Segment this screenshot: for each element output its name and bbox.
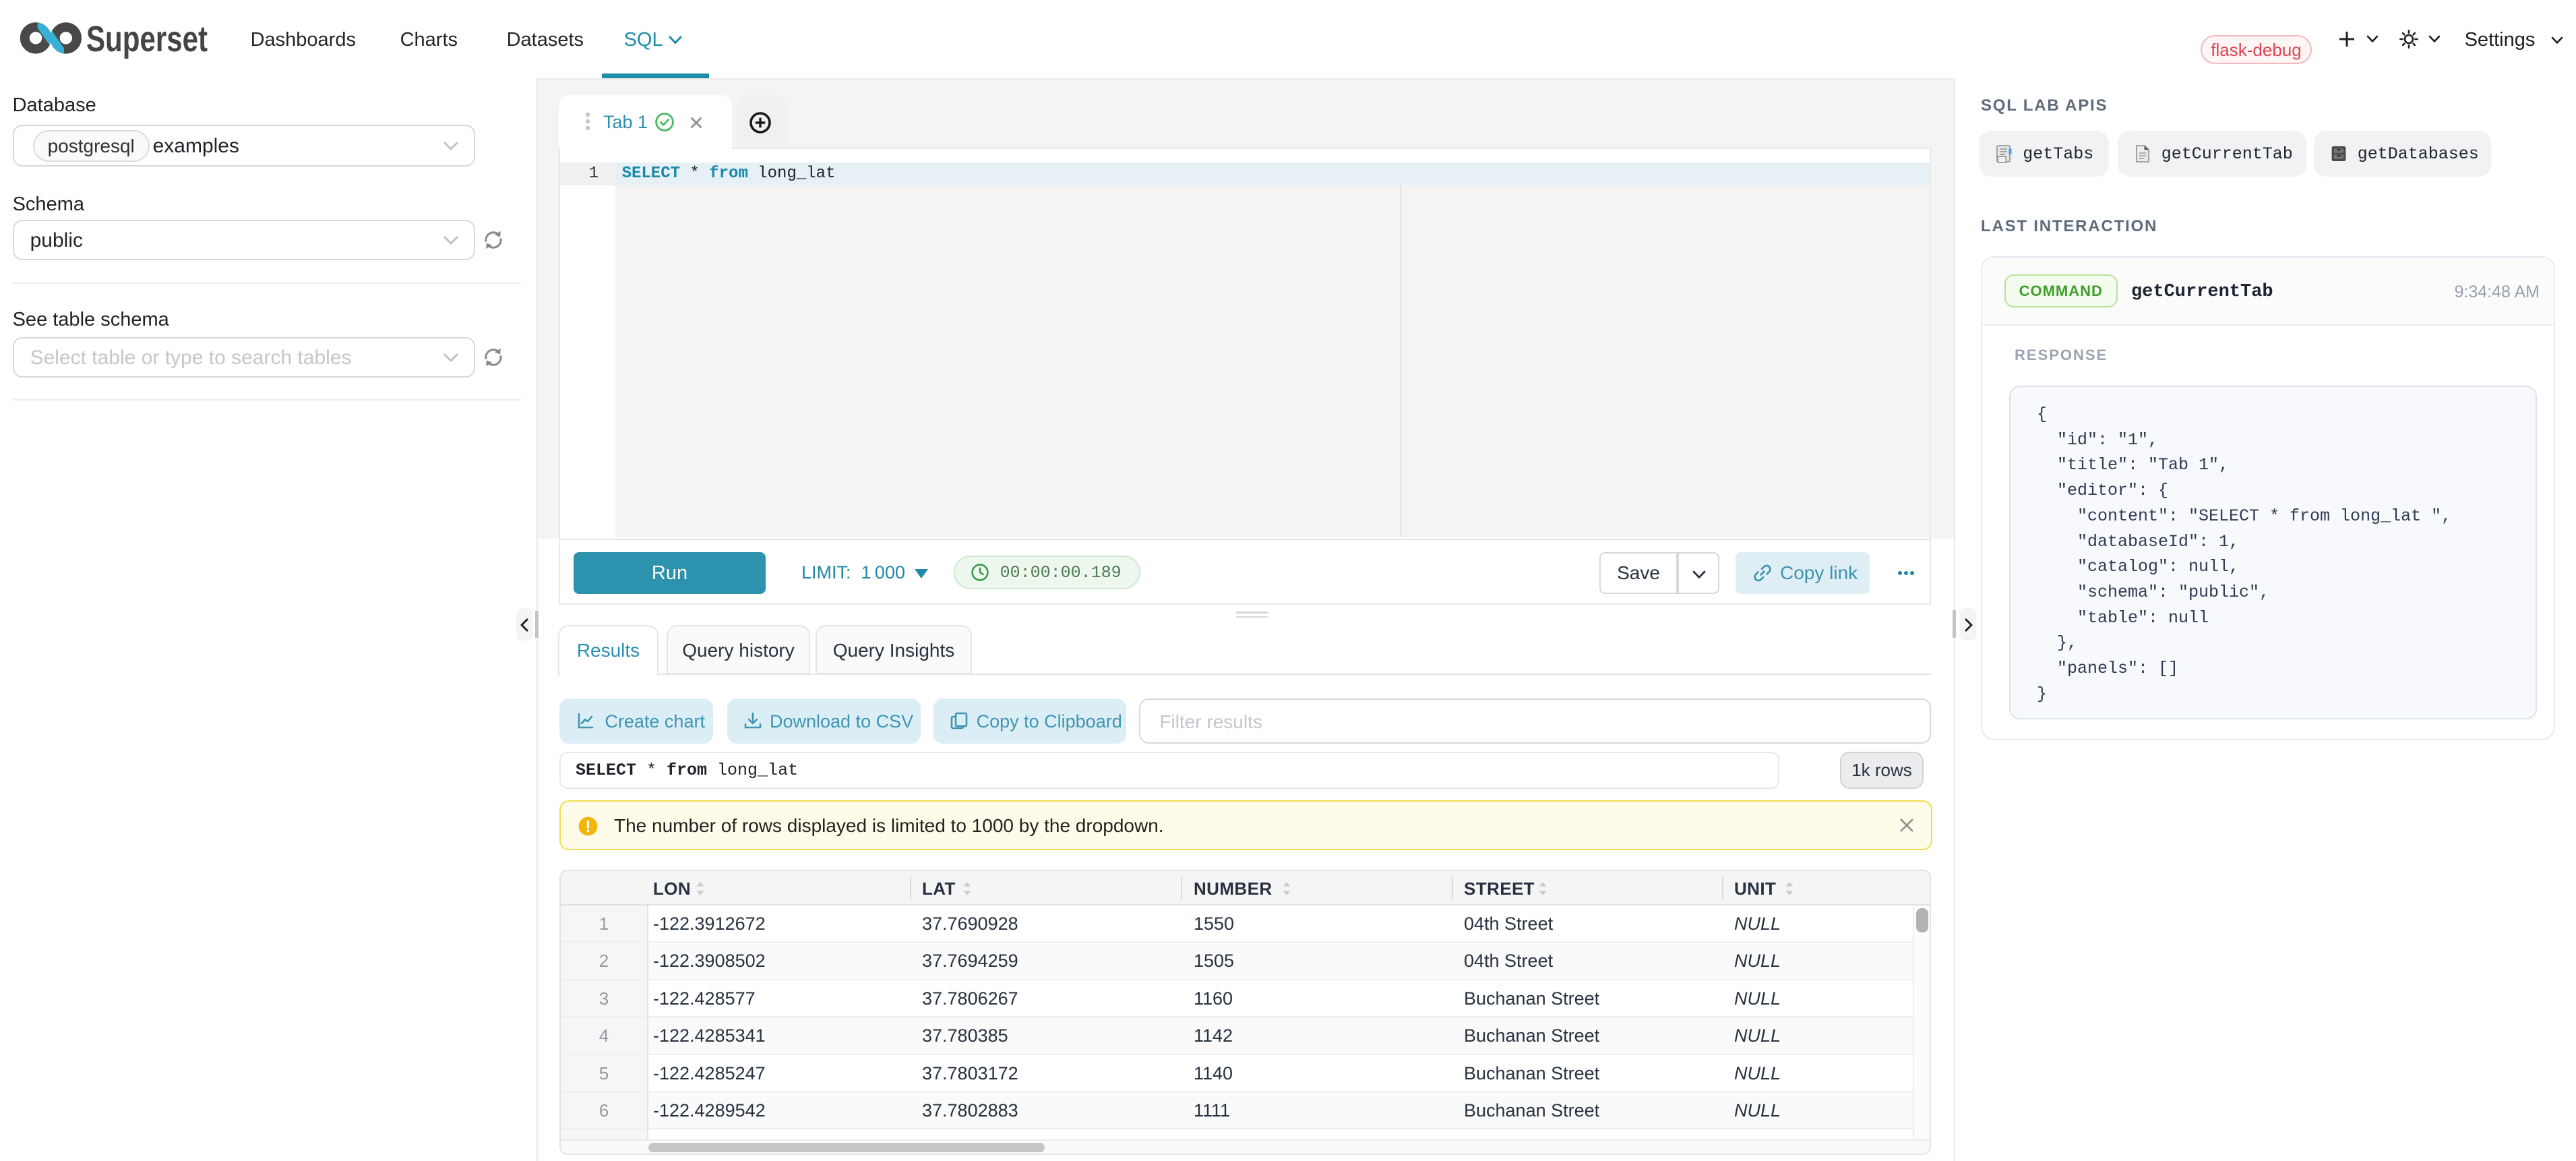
svg-text:Superset: Superset (86, 19, 208, 59)
